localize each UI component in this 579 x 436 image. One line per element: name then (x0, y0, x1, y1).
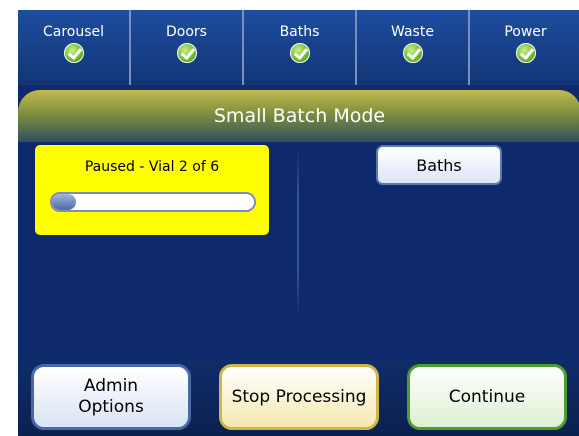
status-label: Power (504, 24, 547, 40)
check-icon (402, 43, 423, 63)
status-label: Baths (279, 24, 320, 40)
status-label: Carousel (42, 24, 105, 40)
status-label: Doors (166, 24, 207, 40)
check-icon (289, 43, 310, 63)
status-bar: Carousel Doors Baths Waste Power (18, 10, 579, 85)
stop-processing-label: Stop Processing (231, 386, 367, 407)
status-power: Power (470, 10, 579, 85)
check-icon (63, 43, 84, 63)
check-icon (176, 43, 197, 63)
status-waste: Waste (357, 10, 470, 85)
continue-button[interactable]: Continue (407, 364, 567, 430)
page-title: Small Batch Mode (213, 105, 386, 127)
mode-title-bar: Small Batch Mode (18, 90, 579, 142)
baths-button[interactable]: Baths (376, 145, 502, 185)
batch-status-card: Paused - Vial 2 of 6 (35, 145, 269, 235)
admin-options-label: Admin Options (78, 376, 144, 417)
divider (297, 148, 299, 318)
batch-status-text: Paused - Vial 2 of 6 (84, 159, 220, 175)
check-icon (515, 43, 536, 63)
admin-options-button[interactable]: Admin Options (31, 364, 191, 430)
status-label: Waste (391, 24, 434, 40)
status-doors: Doors (131, 10, 244, 85)
screen: Carousel Doors Baths Waste Power Small B… (18, 10, 579, 436)
stop-processing-button[interactable]: Stop Processing (219, 364, 379, 430)
progress-bar (50, 192, 256, 212)
status-baths: Baths (244, 10, 357, 85)
progress-fill (52, 194, 77, 210)
status-carousel: Carousel (18, 10, 131, 85)
continue-label: Continue (448, 386, 526, 407)
